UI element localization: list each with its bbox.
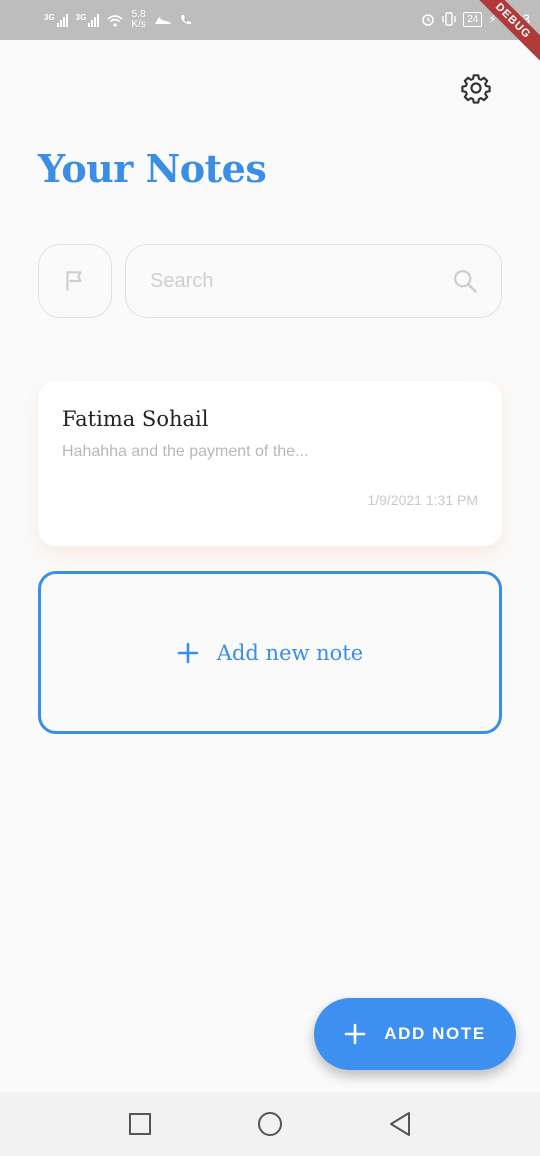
recent-apps-button[interactable] bbox=[120, 1104, 160, 1144]
signal-type-label: 3G bbox=[75, 13, 87, 22]
plus-icon bbox=[177, 642, 199, 663]
signal-bars-icon bbox=[88, 13, 100, 27]
filter-button[interactable] bbox=[38, 244, 112, 318]
network-speed: 5.8 K/s bbox=[131, 10, 145, 30]
home-button[interactable] bbox=[250, 1104, 290, 1144]
vibrate-icon bbox=[442, 12, 456, 26]
signal-bars-icon bbox=[56, 13, 68, 27]
search-bar[interactable] bbox=[125, 244, 502, 318]
plus-icon bbox=[344, 1023, 366, 1045]
add-note-label: ADD NOTE bbox=[384, 1024, 486, 1043]
search-input[interactable] bbox=[150, 269, 451, 293]
note-timestamp: 1/9/2021 1:31 PM bbox=[367, 492, 478, 508]
debug-banner: DEBUG bbox=[467, 0, 540, 67]
add-new-note-card[interactable]: Add new note bbox=[38, 571, 502, 734]
back-button[interactable] bbox=[380, 1104, 420, 1144]
phone-icon bbox=[181, 15, 191, 25]
note-title: Fatima Sohail bbox=[62, 407, 209, 431]
note-card[interactable]: Fatima Sohail Hahahha and the payment of… bbox=[38, 381, 502, 546]
add-new-note-label: Add new note bbox=[216, 640, 364, 665]
signal-type-label: 3G bbox=[44, 13, 55, 22]
system-nav-bar bbox=[0, 1092, 540, 1156]
add-note-button[interactable]: ADD NOTE bbox=[314, 998, 516, 1070]
wifi-icon bbox=[107, 14, 123, 27]
status-bar: 3G 3G 5.8 K/s 24 ⚡ 1:33 DEBUG bbox=[0, 0, 540, 67]
battery-indicator: 24 bbox=[463, 11, 483, 27]
settings-button[interactable] bbox=[456, 68, 496, 108]
signal-indicator-1: 3G bbox=[44, 13, 68, 27]
circle-icon bbox=[258, 1112, 282, 1136]
shoe-icon bbox=[154, 17, 171, 24]
note-snippet: Hahahha and the payment of the... bbox=[62, 443, 309, 460]
gear-icon bbox=[461, 74, 491, 104]
network-speed-unit: K/s bbox=[131, 19, 146, 30]
flag-icon bbox=[66, 271, 82, 291]
page-title: Your Notes bbox=[38, 146, 267, 191]
signal-indicator-2: 3G bbox=[76, 13, 100, 27]
alarm-icon bbox=[422, 14, 434, 26]
triangle-back-icon bbox=[390, 1112, 410, 1136]
search-icon[interactable] bbox=[451, 267, 479, 295]
square-icon bbox=[129, 1113, 151, 1135]
